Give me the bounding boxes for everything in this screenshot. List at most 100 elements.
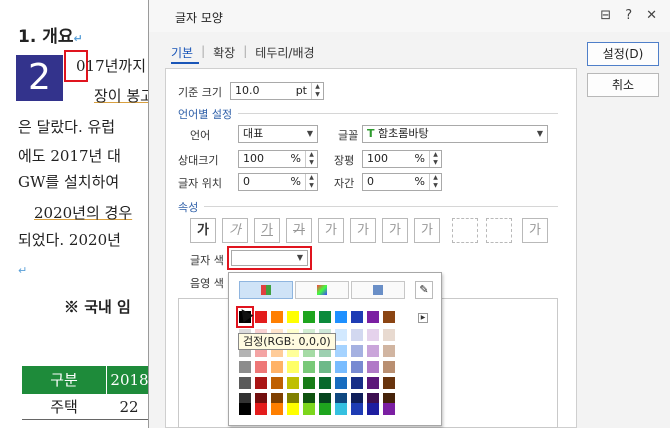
color-swatch[interactable] [367, 403, 379, 415]
underline-button[interactable]: 가 [254, 218, 280, 243]
color-swatch[interactable] [351, 377, 363, 389]
subscript-button[interactable] [486, 218, 512, 243]
color-swatch[interactable] [287, 403, 299, 415]
doc-line-8: ※ 국내 임 [64, 298, 131, 316]
color-swatch[interactable] [303, 403, 315, 415]
color-swatch[interactable] [319, 361, 331, 373]
table-cell: 주택 [50, 398, 78, 416]
language-label: 언어 [190, 129, 211, 142]
color-swatch[interactable] [351, 403, 363, 415]
palette-tab-theme[interactable] [239, 281, 293, 299]
chevron-down-icon: ▼ [306, 129, 313, 138]
color-swatch[interactable] [367, 361, 379, 373]
width-ratio-field[interactable]: 100% ▲ ▼ [362, 150, 442, 168]
spin-icon[interactable]: ▲ ▼ [429, 151, 441, 167]
engrave-button[interactable]: 가 [414, 218, 440, 243]
more-colors-arrow-icon[interactable]: ▶ [418, 313, 428, 323]
strikethrough-button[interactable]: 가 [286, 218, 312, 243]
tab-extended[interactable]: 확장 [213, 44, 235, 61]
eyedropper-icon[interactable]: ✎ [415, 281, 433, 299]
color-swatch[interactable] [335, 361, 347, 373]
table-header-cell: 구분 [22, 366, 106, 394]
color-swatch[interactable] [383, 329, 395, 341]
color-swatch[interactable] [239, 361, 251, 373]
color-swatch[interactable] [335, 403, 347, 415]
color-swatch[interactable] [351, 345, 363, 357]
color-swatch[interactable] [255, 311, 267, 323]
dialog-title: 글자 모양 [175, 11, 223, 25]
color-swatch[interactable] [239, 403, 251, 415]
language-select[interactable]: 대표 ▼ [238, 125, 318, 143]
color-swatch[interactable] [287, 311, 299, 323]
color-swatch[interactable] [319, 403, 331, 415]
color-swatch[interactable] [383, 377, 395, 389]
doc-table: 구분 2018 주택 22 [22, 366, 152, 420]
text-color-select[interactable]: ▼ [231, 250, 308, 266]
color-swatch[interactable] [335, 329, 347, 341]
color-swatch[interactable] [255, 403, 267, 415]
color-swatch[interactable] [351, 329, 363, 341]
color-swatch[interactable] [335, 345, 347, 357]
color-swatch[interactable] [271, 311, 283, 323]
color-swatch[interactable] [335, 377, 347, 389]
color-swatch[interactable] [255, 361, 267, 373]
color-swatch[interactable] [383, 311, 395, 323]
color-swatch[interactable] [319, 377, 331, 389]
bold-button[interactable]: 가 [190, 218, 216, 243]
tab-border-bg[interactable]: 테두리/배경 [255, 44, 314, 61]
close-icon[interactable]: ✕ [646, 8, 657, 23]
color-swatch[interactable] [383, 403, 395, 415]
width-ratio-label: 장평 [334, 154, 355, 167]
superscript-button[interactable] [452, 218, 478, 243]
shade-color-label: 음영 색 [190, 277, 224, 290]
color-swatch[interactable] [367, 329, 379, 341]
outline-button[interactable]: 가 [318, 218, 344, 243]
font-label: 글꼴 [338, 129, 359, 142]
color-swatch[interactable] [367, 377, 379, 389]
cancel-button[interactable]: 취소 [587, 73, 659, 97]
color-swatch[interactable] [351, 361, 363, 373]
color-swatch[interactable] [335, 311, 347, 323]
color-swatch[interactable] [271, 377, 283, 389]
spin-icon[interactable]: ▲ ▼ [305, 151, 317, 167]
color-swatch[interactable] [319, 311, 331, 323]
palette-tab-image[interactable] [351, 281, 405, 299]
normal-button[interactable]: 가 [522, 218, 548, 243]
color-swatch[interactable] [239, 377, 251, 389]
palette-tab-spectrum[interactable] [295, 281, 349, 299]
color-swatch[interactable] [271, 403, 283, 415]
color-swatch[interactable] [255, 377, 267, 389]
color-swatch[interactable] [367, 345, 379, 357]
italic-button[interactable]: 가 [222, 218, 248, 243]
help-panel-icon[interactable]: ⊟ [600, 8, 611, 23]
spin-icon[interactable]: ▲ ▼ [429, 174, 441, 190]
rel-size-label: 상대크기 [178, 154, 219, 167]
color-swatch[interactable] [383, 345, 395, 357]
doc-line-5: GW를 설치하여 [18, 173, 120, 191]
tab-basic[interactable]: 기본 [171, 44, 193, 61]
base-size-field[interactable]: 10.0 pt ▲ ▼ [230, 82, 324, 100]
table-cell: 22 [119, 398, 139, 416]
doc-line-2: 장이 봉고 [94, 87, 154, 105]
color-swatch[interactable] [303, 377, 315, 389]
shadow-button[interactable]: 가 [350, 218, 376, 243]
color-swatch[interactable] [351, 311, 363, 323]
emboss-button[interactable]: 가 [382, 218, 408, 243]
help-icon[interactable]: ? [625, 8, 632, 23]
position-field[interactable]: 0% ▲ ▼ [238, 173, 318, 191]
color-swatch[interactable] [287, 361, 299, 373]
color-swatch[interactable] [303, 361, 315, 373]
color-swatch[interactable] [287, 377, 299, 389]
rel-size-field[interactable]: 100% ▲ ▼ [238, 150, 318, 168]
spin-icon[interactable]: ▲ ▼ [311, 83, 323, 99]
color-swatch[interactable] [271, 361, 283, 373]
font-select[interactable]: T 함초롬바탕 ▼ [362, 125, 548, 143]
drop-cap: 2 [16, 55, 63, 101]
color-swatch[interactable] [383, 361, 395, 373]
color-swatch[interactable] [303, 311, 315, 323]
spacing-field[interactable]: 0% ▲ ▼ [362, 173, 442, 191]
spin-icon[interactable]: ▲ ▼ [305, 174, 317, 190]
color-swatch[interactable] [367, 311, 379, 323]
dialog-titlebar[interactable]: 글자 모양 ⊟ ? ✕ [149, 0, 670, 32]
ok-button[interactable]: 설정(D) [587, 42, 659, 66]
